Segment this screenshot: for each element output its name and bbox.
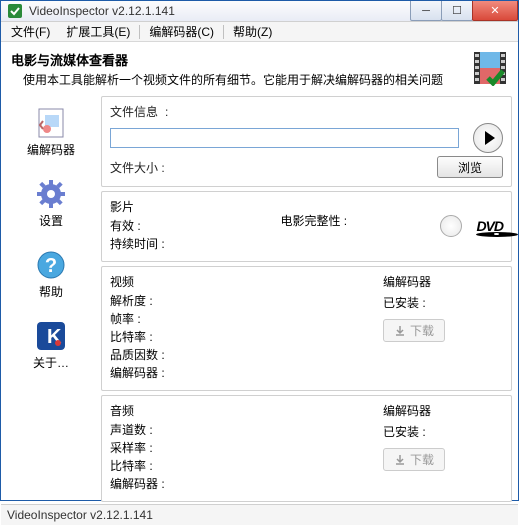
movie-valid-label: 有效 :	[110, 217, 141, 234]
content-area: 电影与流媒体查看器 使用本工具能解析一个视频文件的所有细节。它能用于解决编解码器…	[1, 42, 518, 504]
sidebar-about-label: 关于…	[33, 354, 69, 371]
video-fps-label: 帧率 :	[110, 310, 141, 327]
browse-button[interactable]: 浏览	[437, 156, 503, 178]
movie-status-icon	[440, 215, 462, 237]
sidebar-help-label: 帮助	[39, 283, 63, 300]
video-codec-label: 编解码器 :	[110, 364, 165, 381]
intro-title: 电影与流媒体查看器	[11, 50, 466, 69]
panels: 文件信息: 文件大小 : 浏览	[101, 96, 512, 502]
window-controls: ─ ☐ ✕	[410, 1, 518, 21]
movie-panel: 影片 有效 : 持续时间 : 电影完整性 : DVD	[101, 191, 512, 262]
sidebar-settings-label: 设置	[39, 212, 63, 229]
sidebar-codec-label: 编解码器	[27, 141, 75, 158]
play-button[interactable]	[473, 123, 503, 153]
sidebar: 编解码器 设置 ? 帮助 K	[7, 96, 95, 502]
movie-duration-label: 持续时间 :	[110, 235, 165, 252]
svg-text:?: ?	[45, 255, 57, 277]
intro-section: 电影与流媒体查看器 使用本工具能解析一个视频文件的所有细节。它能用于解决编解码器…	[7, 46, 512, 96]
sidebar-about-button[interactable]: K 关于…	[9, 313, 93, 376]
maximize-button[interactable]: ☐	[441, 1, 473, 21]
menu-help[interactable]: 帮助(Z)	[225, 21, 280, 42]
intro-media-icon	[472, 50, 508, 86]
codec-icon	[35, 107, 67, 139]
fileinfo-label: 文件信息	[110, 103, 158, 120]
statusbar: VideoInspector v2.12.1.141	[1, 504, 518, 525]
video-codec-title: 编解码器	[383, 273, 431, 290]
video-quality-label: 品质因数 :	[110, 346, 165, 363]
menu-file[interactable]: 文件(F)	[3, 21, 58, 42]
video-section-title: 视频	[110, 273, 383, 290]
app-window: VideoInspector v2.12.1.141 ─ ☐ ✕ 文件(F) 扩…	[0, 0, 519, 501]
dvd-logo-icon: DVD	[476, 218, 503, 234]
app-icon	[7, 3, 23, 19]
minimize-button[interactable]: ─	[410, 1, 442, 21]
menu-separator	[139, 25, 140, 39]
audio-samplerate-label: 采样率 :	[110, 439, 153, 456]
video-installed-label: 已安装 :	[383, 294, 426, 311]
menu-codecs[interactable]: 编解码器(C)	[141, 21, 222, 42]
menubar: 文件(F) 扩展工具(E) 编解码器(C) 帮助(Z)	[1, 22, 518, 42]
body-columns: 编解码器 设置 ? 帮助 K	[7, 96, 512, 502]
fileinfo-panel: 文件信息: 文件大小 : 浏览	[101, 96, 512, 187]
sidebar-settings-button[interactable]: 设置	[9, 171, 93, 234]
download-icon	[394, 325, 406, 337]
window-title: VideoInspector v2.12.1.141	[29, 4, 410, 18]
movie-section-title: 影片	[110, 198, 280, 215]
audio-section-title: 音频	[110, 402, 383, 419]
intro-description: 使用本工具能解析一个视频文件的所有细节。它能用于解决编解码器的相关问题	[11, 71, 466, 88]
menu-separator	[223, 25, 224, 39]
video-resolution-label: 解析度 :	[110, 292, 153, 309]
movie-complete-label: 电影完整性 :	[280, 212, 347, 229]
close-button[interactable]: ✕	[472, 1, 518, 21]
audio-channels-label: 声道数 :	[110, 421, 153, 438]
video-bitrate-label: 比特率 :	[110, 328, 153, 345]
audio-codec-title: 编解码器	[383, 402, 431, 419]
about-icon: K	[35, 320, 67, 352]
audio-installed-label: 已安装 :	[383, 423, 426, 440]
audio-bitrate-label: 比特率 :	[110, 457, 153, 474]
sidebar-help-button[interactable]: ? 帮助	[9, 242, 93, 305]
titlebar: VideoInspector v2.12.1.141 ─ ☐ ✕	[1, 1, 518, 22]
filesize-label: 文件大小 :	[110, 159, 172, 176]
gear-icon	[35, 178, 67, 210]
help-icon: ?	[35, 249, 67, 281]
intro-text: 电影与流媒体查看器 使用本工具能解析一个视频文件的所有细节。它能用于解决编解码器…	[11, 50, 466, 88]
audio-download-button[interactable]: 下载	[383, 448, 445, 471]
sidebar-codec-button[interactable]: 编解码器	[9, 100, 93, 163]
fileinfo-input[interactable]	[110, 128, 459, 148]
video-download-button[interactable]: 下载	[383, 319, 445, 342]
video-panel: 视频 解析度 : 帧率 : 比特率 : 品质因数 : 编解码器 : 编解码器 已…	[101, 266, 512, 391]
audio-codec-label: 编解码器 :	[110, 475, 165, 492]
download-icon	[394, 454, 406, 466]
menu-tools[interactable]: 扩展工具(E)	[58, 21, 138, 42]
audio-panel: 音频 声道数 : 采样率 : 比特率 : 编解码器 : 编解码器 已安装 :	[101, 395, 512, 502]
